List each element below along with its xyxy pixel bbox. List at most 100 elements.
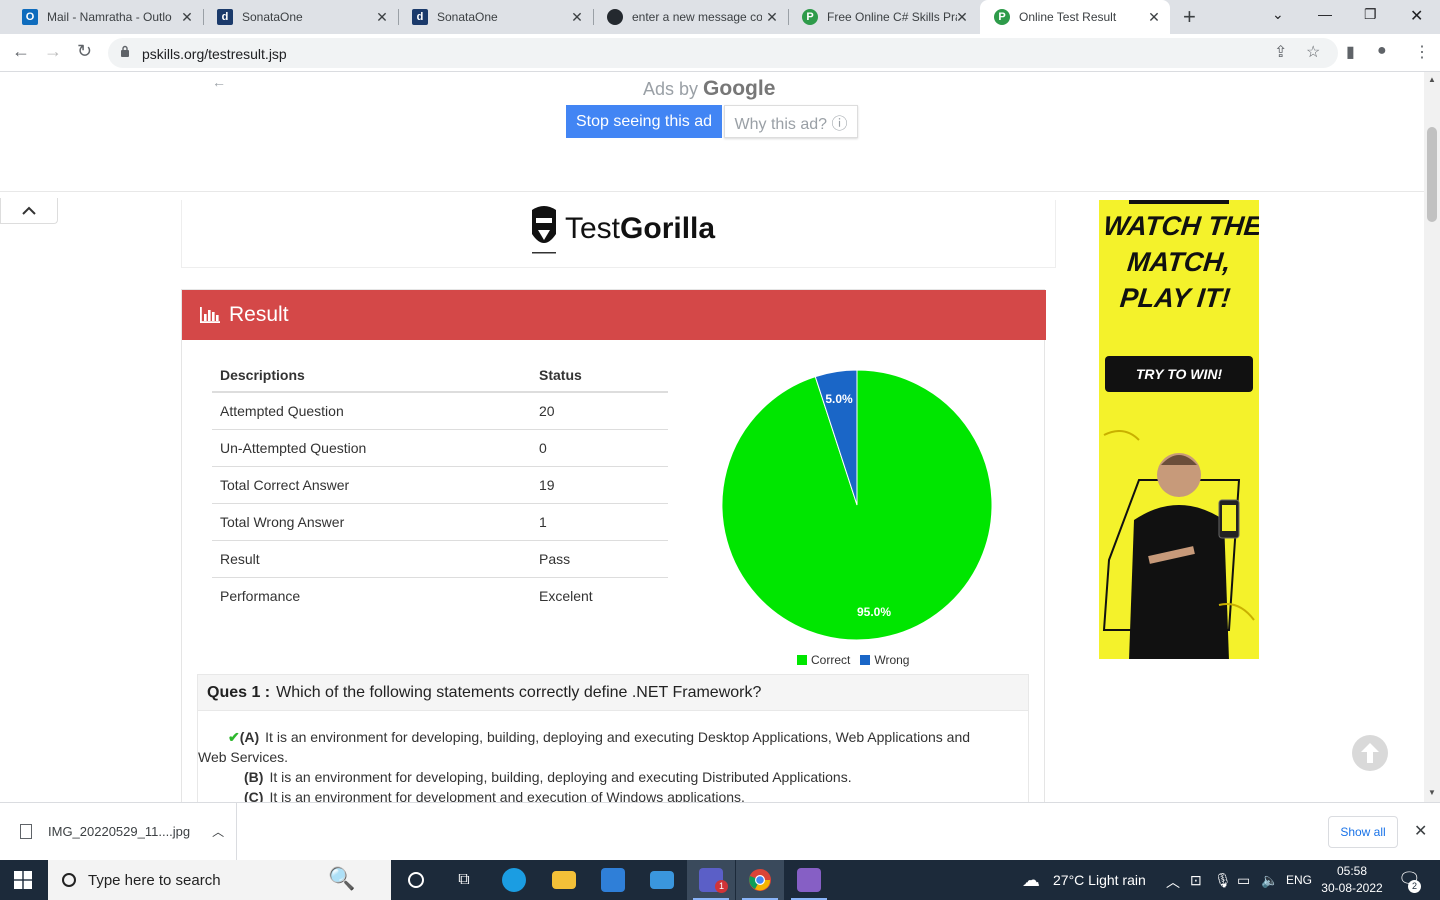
ad-back-arrow-icon[interactable]: ← bbox=[212, 74, 226, 90]
weather-cloud-icon: ☁ bbox=[1022, 870, 1040, 890]
browser-tab[interactable]: P Free Online C# Skills Pra ✕ bbox=[788, 0, 978, 34]
side-ad-headline-line: WATCH THE bbox=[1101, 211, 1259, 241]
language-indicator[interactable]: ENG bbox=[1286, 873, 1312, 887]
result-title: Result bbox=[229, 303, 289, 326]
network-icon[interactable]: ▭ bbox=[1237, 872, 1250, 889]
lock-icon bbox=[121, 45, 129, 57]
download-item[interactable]: IMG_20220529_11....jpg ︿ bbox=[0, 803, 237, 860]
back-button[interactable]: ← bbox=[12, 41, 30, 62]
reload-button[interactable]: ↻ bbox=[77, 41, 92, 62]
task-view-icon[interactable]: ⧉ bbox=[440, 860, 488, 900]
option-key: (C) bbox=[244, 789, 264, 802]
table-header-descriptions: Descriptions bbox=[212, 358, 531, 393]
windows-start-icon[interactable] bbox=[14, 871, 32, 889]
why-this-ad-button[interactable]: Why this ad? ⓘ bbox=[724, 105, 858, 138]
close-window-button[interactable]: ✕ bbox=[1410, 6, 1423, 26]
pskills-icon: P bbox=[994, 9, 1010, 25]
taskbar-search-box[interactable]: Type here to search 🔍 bbox=[48, 860, 391, 900]
table-row: Performance Excelent bbox=[212, 576, 668, 614]
mail-icon[interactable] bbox=[638, 860, 686, 900]
maximize-button[interactable]: ❐ bbox=[1364, 6, 1377, 23]
legend-swatch bbox=[860, 655, 871, 665]
meet-now-icon[interactable]: ⊡ bbox=[1190, 872, 1202, 889]
close-download-bar-icon[interactable]: ✕ bbox=[1414, 821, 1427, 841]
visual-studio-icon[interactable] bbox=[785, 860, 833, 900]
table-row: Attempted Question 20 bbox=[212, 392, 668, 429]
show-all-button[interactable]: Show all bbox=[1328, 816, 1398, 848]
testgorilla-logo[interactable]: TestGorilla bbox=[529, 204, 715, 254]
result-header: Result bbox=[182, 290, 1046, 340]
close-tab-icon[interactable]: ✕ bbox=[569, 9, 585, 26]
question-header: Ques 1 : Which of the following statemen… bbox=[197, 674, 1029, 711]
tab-search-icon[interactable]: ⌄ bbox=[1272, 6, 1284, 23]
row-status: 19 bbox=[531, 465, 668, 503]
logo-test-text: Test bbox=[565, 212, 621, 245]
browser-tab[interactable]: O Mail - Namratha - Outlo ✕ bbox=[8, 0, 204, 34]
chrome-icon[interactable] bbox=[736, 860, 784, 900]
row-status: 0 bbox=[531, 428, 668, 466]
scroll-down-arrow-icon[interactable]: ▼ bbox=[1428, 788, 1436, 797]
browser-tab[interactable]: enter a new message co ✕ bbox=[593, 0, 789, 34]
pie-data-label: 5.0% bbox=[825, 392, 853, 406]
microphone-icon[interactable]: 🎙 bbox=[1214, 872, 1232, 889]
scroll-up-arrow-icon[interactable]: ▲ bbox=[1428, 75, 1436, 84]
browser-tab-strip: O Mail - Namratha - Outlo ✕ d SonataOne ✕ d Son… bbox=[0, 0, 1440, 34]
page-scrollbar[interactable]: ▲ ▼ bbox=[1424, 72, 1440, 802]
minimize-button[interactable]: — bbox=[1318, 6, 1332, 22]
menu-kebab-icon[interactable]: ⋮ bbox=[1414, 42, 1430, 62]
row-description: Un-Attempted Question bbox=[212, 428, 531, 466]
result-pie-chart: 95.0% 5.0% bbox=[721, 369, 993, 641]
tab-title: enter a new message co bbox=[632, 10, 762, 24]
top-ad-banner: ← Ads by Google Stop seeing this ad Why … bbox=[0, 72, 1424, 192]
show-hidden-icons[interactable]: ︿ bbox=[1166, 872, 1180, 892]
chevron-up-icon[interactable]: ︿ bbox=[212, 823, 224, 840]
legend-label: Wrong bbox=[874, 653, 910, 667]
scrollbar-thumb[interactable] bbox=[1427, 127, 1437, 222]
table-row: Total Wrong Answer 1 bbox=[212, 502, 668, 540]
tab-title: SonataOne bbox=[437, 10, 498, 24]
share-icon[interactable]: ⇪ bbox=[1274, 42, 1287, 62]
profile-avatar-icon[interactable]: ● bbox=[1377, 42, 1387, 60]
answer-option: (B) It is an environment for developing, … bbox=[228, 767, 998, 787]
row-description: Attempted Question bbox=[220, 402, 344, 419]
table-row: Total Correct Answer 19 bbox=[212, 465, 668, 503]
weather-text[interactable]: 27°C Light rain bbox=[1053, 872, 1146, 888]
teams-icon[interactable]: 1 bbox=[687, 860, 735, 900]
bookmark-star-icon[interactable]: ☆ bbox=[1306, 42, 1320, 62]
cortana-icon[interactable] bbox=[392, 860, 440, 900]
row-status: 1 bbox=[531, 502, 668, 540]
clock-time: 05:58 bbox=[1336, 864, 1368, 878]
table-row: Un-Attempted Question 0 bbox=[212, 428, 668, 466]
new-tab-button[interactable]: + bbox=[1183, 4, 1196, 30]
stop-seeing-ad-button[interactable]: Stop seeing this ad bbox=[566, 105, 722, 138]
address-bar[interactable]: pskills.org/testresult.jsp bbox=[108, 38, 1338, 68]
browser-tab[interactable]: P Online Test Result ✕ bbox=[980, 0, 1170, 34]
page-viewport: ← Ads by Google Stop seeing this ad Why … bbox=[0, 72, 1424, 802]
close-tab-icon[interactable]: ✕ bbox=[764, 9, 780, 26]
scroll-to-top-button[interactable] bbox=[1352, 735, 1388, 771]
table-row: Result Pass bbox=[212, 539, 668, 577]
legend-item[interactable]: Wrong bbox=[860, 653, 909, 667]
legend-item[interactable]: Correct bbox=[797, 653, 850, 667]
option-key: (A) bbox=[239, 729, 260, 745]
forward-button[interactable]: → bbox=[44, 41, 62, 62]
close-tab-icon[interactable]: ✕ bbox=[374, 9, 390, 26]
volume-icon[interactable]: 🔈 bbox=[1261, 872, 1278, 889]
row-description: Total Correct Answer bbox=[212, 465, 531, 503]
side-panel-icon[interactable]: ▮ bbox=[1346, 42, 1355, 62]
answer-option: ✔(A) It is an environment for developing,… bbox=[198, 727, 998, 767]
browser-tab[interactable]: d SonataOne ✕ bbox=[203, 0, 399, 34]
option-key: (B) bbox=[244, 769, 264, 785]
close-tab-icon[interactable]: ✕ bbox=[1146, 9, 1162, 26]
store-icon[interactable] bbox=[589, 860, 637, 900]
browser-tab[interactable]: d SonataOne ✕ bbox=[398, 0, 594, 34]
collapse-ad-button[interactable] bbox=[0, 198, 58, 224]
try-to-win-button[interactable]: TRY TO WIN! bbox=[1105, 356, 1253, 392]
pie-data-label: 95.0% bbox=[857, 605, 891, 619]
edge-icon[interactable] bbox=[490, 860, 538, 900]
taskbar-clock[interactable]: 05:58 30-08-2022 bbox=[1320, 863, 1384, 897]
side-ad-banner[interactable]: WATCH THE MATCH, PLAY IT! TRY TO WIN! bbox=[1099, 200, 1259, 659]
close-tab-icon[interactable]: ✕ bbox=[954, 9, 970, 26]
file-explorer-icon[interactable] bbox=[540, 860, 588, 900]
close-tab-icon[interactable]: ✕ bbox=[179, 9, 195, 26]
